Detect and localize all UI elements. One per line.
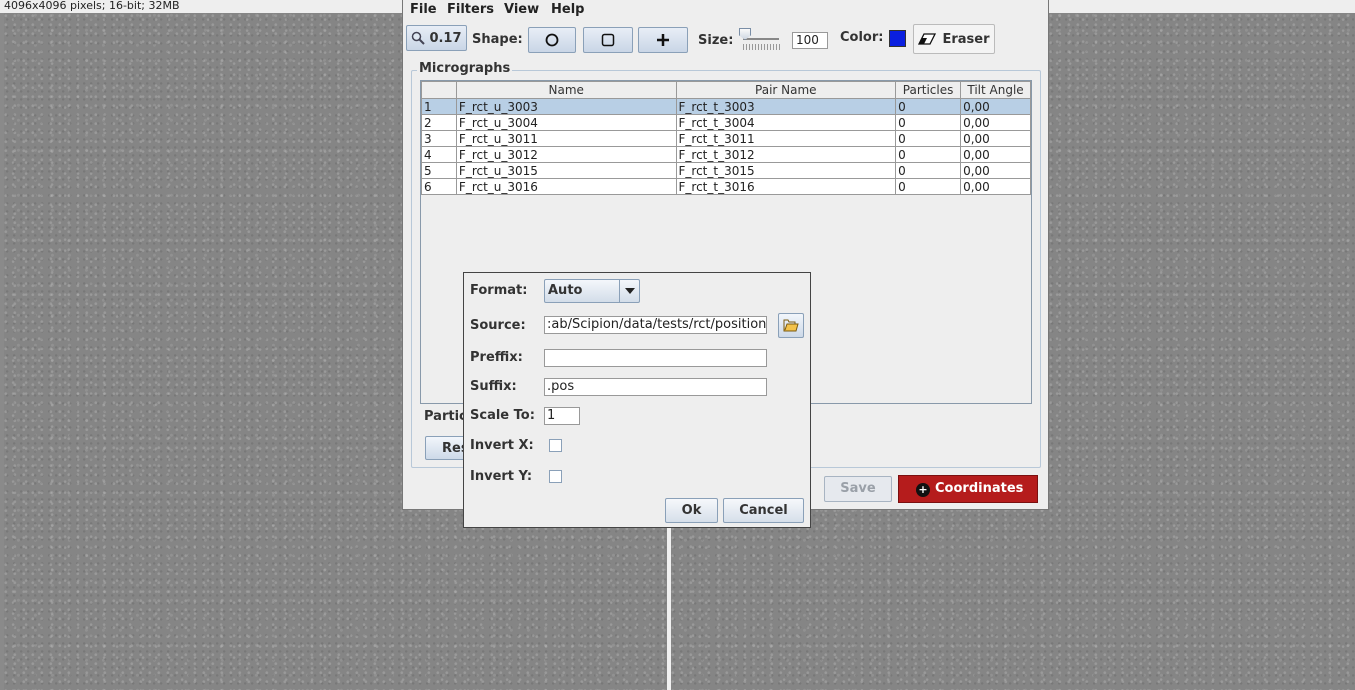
suffix-label: Suffix:: [470, 379, 517, 394]
micrographs-table: Name Pair Name Particles Tilt Angle 1 F_…: [421, 81, 1031, 195]
row-pair-name: F_rct_t_3003: [675, 98, 897, 115]
column-header-pair-name[interactable]: Pair Name: [675, 81, 897, 99]
size-slider-ticks: [743, 44, 781, 50]
shape-label: Shape:: [472, 32, 523, 47]
format-select[interactable]: Auto: [544, 279, 640, 303]
table-row[interactable]: 5 F_rct_u_3015 F_rct_t_3015 0 0,00: [421, 162, 1031, 179]
color-swatch[interactable]: [889, 30, 906, 47]
prefix-input[interactable]: [544, 349, 767, 367]
eraser-button[interactable]: Eraser: [913, 24, 995, 54]
row-name: F_rct_u_3015: [455, 162, 677, 179]
menu-view[interactable]: View: [504, 2, 539, 17]
magnifier-icon: [412, 31, 426, 45]
row-name: F_rct_u_3004: [455, 114, 677, 131]
coordinates-button[interactable]: + Coordinates: [898, 475, 1038, 503]
shape-square-button[interactable]: [583, 27, 633, 53]
row-pair-name: F_rct_t_3004: [675, 114, 897, 131]
table-row[interactable]: 6 F_rct_u_3016 F_rct_t_3016 0 0,00: [421, 178, 1031, 195]
shape-cross-button[interactable]: [638, 27, 688, 53]
eraser-label: Eraser: [942, 31, 990, 47]
row-tilt-angle: 0,00: [960, 114, 1031, 131]
row-tilt-angle: 0,00: [960, 178, 1031, 195]
invert-x-checkbox[interactable]: [549, 439, 562, 452]
row-index: 1: [421, 98, 457, 115]
column-header-index[interactable]: [421, 81, 457, 99]
prefix-label: Preffix:: [470, 350, 523, 365]
import-coordinates-dialog: Format: Auto Source: :ab/Scipion/data/te…: [463, 272, 811, 528]
browse-button[interactable]: [778, 313, 804, 338]
format-value: Auto: [548, 283, 583, 298]
scale-to-input[interactable]: 1: [544, 407, 580, 425]
row-pair-name: F_rct_t_3011: [675, 130, 897, 147]
size-slider-track[interactable]: [743, 38, 779, 40]
folder-icon: [783, 319, 799, 332]
circle-shape-icon: [545, 33, 559, 47]
ok-button[interactable]: Ok: [665, 498, 718, 523]
table-header-row: Name Pair Name Particles Tilt Angle: [421, 81, 1031, 99]
row-tilt-angle: 0,00: [960, 146, 1031, 163]
image-info-text: 4096x4096 pixels; 16-bit; 32MB: [4, 0, 180, 12]
coordinates-label: Coordinates: [935, 481, 1024, 496]
row-tilt-angle: 0,00: [960, 162, 1031, 179]
zoom-button[interactable]: 0.17: [406, 25, 467, 51]
row-index: 5: [421, 162, 457, 179]
row-name: F_rct_u_3011: [455, 130, 677, 147]
row-name: F_rct_u_3016: [455, 178, 677, 195]
invert-y-checkbox[interactable]: [549, 470, 562, 483]
square-shape-icon: [601, 33, 615, 47]
table-row[interactable]: 3 F_rct_u_3011 F_rct_t_3011 0 0,00: [421, 130, 1031, 147]
menu-help[interactable]: Help: [551, 2, 584, 17]
micrographs-title: Micrographs: [417, 61, 513, 76]
zoom-value: 0.17: [429, 30, 462, 46]
row-name: F_rct_u_3003: [455, 98, 677, 115]
row-tilt-angle: 0,00: [960, 98, 1031, 115]
color-label: Color:: [840, 30, 884, 45]
menu-file[interactable]: File: [410, 2, 437, 17]
row-index: 4: [421, 146, 457, 163]
scale-to-label: Scale To:: [470, 408, 535, 423]
row-particles: 0: [895, 114, 962, 131]
row-pair-name: F_rct_t_3015: [675, 162, 897, 179]
dropdown-arrow-icon[interactable]: [619, 280, 639, 302]
size-input[interactable]: 100: [792, 32, 828, 49]
row-particles: 0: [895, 98, 962, 115]
format-label: Format:: [470, 283, 528, 298]
cancel-button[interactable]: Cancel: [723, 498, 804, 523]
cross-shape-icon: [657, 34, 669, 46]
row-particles: 0: [895, 130, 962, 147]
row-particles: 0: [895, 178, 962, 195]
source-label: Source:: [470, 318, 526, 333]
menu-filters[interactable]: Filters: [447, 2, 494, 17]
row-name: F_rct_u_3012: [455, 146, 677, 163]
particles-label: Partic: [424, 409, 467, 424]
menu-bar: File Filters View Help: [403, 0, 1048, 20]
shape-circle-button[interactable]: [528, 27, 576, 53]
table-row[interactable]: 1 F_rct_u_3003 F_rct_t_3003 0 0,00: [421, 98, 1031, 115]
row-tilt-angle: 0,00: [960, 130, 1031, 147]
save-button[interactable]: Save: [824, 476, 892, 502]
size-label: Size:: [698, 33, 734, 48]
row-pair-name: F_rct_t_3016: [675, 178, 897, 195]
invert-y-label: Invert Y:: [470, 469, 533, 484]
toolbar: 0.17 Shape: Size: 100 Color: Eraser: [403, 22, 1048, 56]
row-index: 2: [421, 114, 457, 131]
add-icon: +: [916, 483, 930, 497]
source-input[interactable]: :ab/Scipion/data/tests/rct/positions: [544, 316, 767, 334]
column-header-particles[interactable]: Particles: [895, 81, 962, 99]
table-row[interactable]: 4 F_rct_u_3012 F_rct_t_3012 0 0,00: [421, 146, 1031, 163]
invert-x-label: Invert X:: [470, 438, 534, 453]
row-index: 3: [421, 130, 457, 147]
eraser-icon: [918, 33, 937, 45]
row-particles: 0: [895, 162, 962, 179]
suffix-input[interactable]: .pos: [544, 378, 767, 396]
table-row[interactable]: 2 F_rct_u_3004 F_rct_t_3004 0 0,00: [421, 114, 1031, 131]
column-header-tilt-angle[interactable]: Tilt Angle: [960, 81, 1031, 99]
column-header-name[interactable]: Name: [455, 81, 677, 99]
row-pair-name: F_rct_t_3012: [675, 146, 897, 163]
row-particles: 0: [895, 146, 962, 163]
row-index: 6: [421, 178, 457, 195]
